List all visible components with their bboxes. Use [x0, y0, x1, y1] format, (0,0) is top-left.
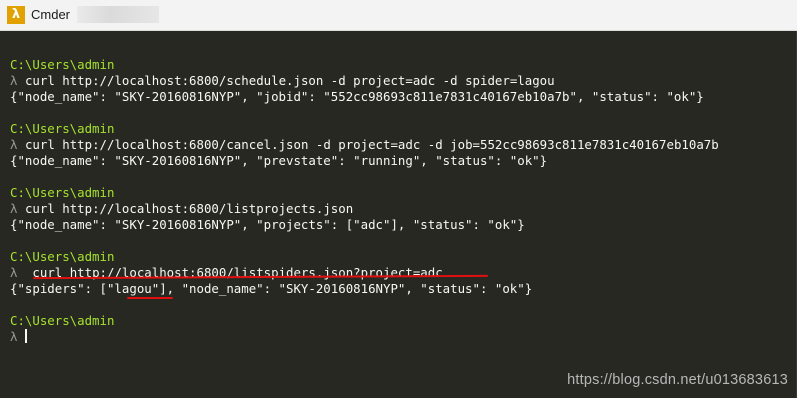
prompt-line: C:\Users\admin [10, 57, 797, 73]
output-line: {"node_name": "SKY-20160816NYP", "projec… [10, 217, 797, 233]
lambda-icon: λ [7, 6, 25, 24]
command-output: {"node_name": "SKY-20160816NYP", "prevst… [10, 153, 548, 168]
prompt-path: C:\Users\admin [10, 249, 115, 264]
terminal-output[interactable]: C:\Users\admin λ curl http://localhost:6… [0, 31, 797, 398]
lambda-prompt-icon: λ [10, 73, 18, 88]
prompt-line: C:\Users\admin [10, 249, 797, 265]
prompt-path: C:\Users\admin [10, 313, 115, 328]
cmder-window: λ Cmder C:\Users\admin λ curl http://loc… [0, 0, 797, 398]
prompt-path: C:\Users\admin [10, 57, 115, 72]
command-line: λ curl http://localhost:6800/listproject… [10, 201, 797, 217]
lambda-prompt-icon: λ [10, 137, 18, 152]
watermark: https://blog.csdn.net/u013683613 [567, 372, 788, 388]
title-bar[interactable]: λ Cmder [0, 0, 797, 31]
command-line: λ curl http://localhost:6800/schedule.js… [10, 73, 797, 89]
command-text: curl http://localhost:6800/listprojects.… [24, 201, 354, 216]
window-title: Cmder [31, 7, 71, 22]
input-line[interactable]: λ [10, 329, 797, 345]
prompt-line: C:\Users\admin [10, 185, 797, 201]
command-text: curl http://localhost:6800/schedule.json… [24, 73, 555, 88]
output-line: {"spiders": ["lagou"], "node_name": "SKY… [10, 281, 797, 297]
prompt-path: C:\Users\admin [10, 185, 115, 200]
prompt-line: C:\Users\admin [10, 313, 797, 329]
command-output: {"spiders": ["lagou"], "node_name": "SKY… [10, 281, 533, 296]
command-line: λ curl http://localhost:6800/cancel.json… [10, 137, 797, 153]
lambda-prompt-icon: λ [10, 201, 18, 216]
text-cursor [25, 329, 28, 343]
output-line: {"node_name": "SKY-20160816NYP", "jobid"… [10, 89, 797, 105]
output-line: {"node_name": "SKY-20160816NYP", "prevst… [10, 153, 797, 169]
red-underline-spider-name [127, 297, 173, 299]
command-output: {"node_name": "SKY-20160816NYP", "jobid"… [10, 89, 704, 104]
command-text: curl http://localhost:6800/cancel.json -… [24, 137, 719, 152]
lambda-prompt-icon: λ [10, 265, 18, 280]
lambda-prompt-icon: λ [10, 329, 18, 344]
blurred-title-region [77, 6, 159, 23]
prompt-line: C:\Users\admin [10, 121, 797, 137]
command-output: {"node_name": "SKY-20160816NYP", "projec… [10, 217, 525, 232]
prompt-path: C:\Users\admin [10, 121, 115, 136]
